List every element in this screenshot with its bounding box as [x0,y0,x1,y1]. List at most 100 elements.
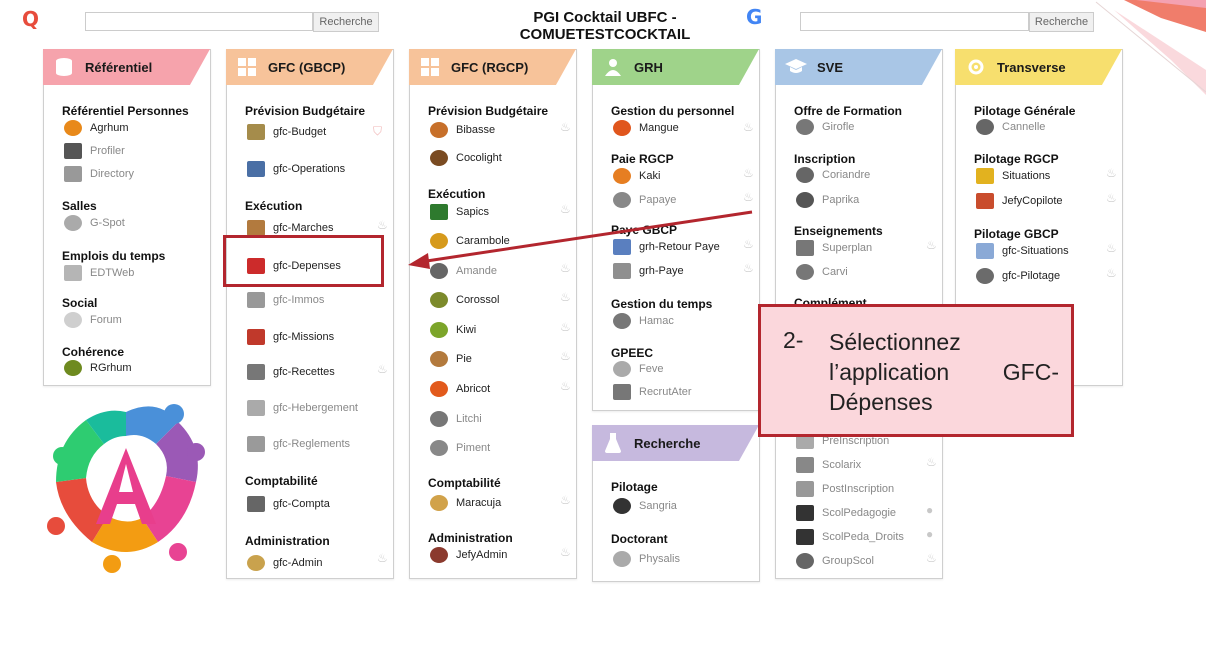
app-scolpeda-droits[interactable]: ScolPeda_Droits [796,527,904,547]
java-icon: ♨ [1106,266,1117,280]
suite-logo [47,404,205,573]
app-kaki[interactable]: Kaki [613,166,660,186]
panel-header-sve[interactable]: SVE [775,49,942,85]
app-girofle[interactable]: Girofle [796,117,854,137]
app-situations[interactable]: Situations [976,166,1050,186]
app-gfc-immos[interactable]: gfc-Immos [247,290,324,310]
app-jefyadmin[interactable]: JefyAdmin [430,545,507,565]
app-cocolight[interactable]: Cocolight [430,148,502,168]
soursop-icon [430,292,448,308]
app-jefycopilote[interactable]: JefyCopilote [976,191,1063,211]
app-directory[interactable]: Directory [64,164,134,184]
app-gfc-compta[interactable]: gfc-Compta [247,494,330,514]
cart-icon [247,220,265,236]
search-input-left[interactable] [85,12,313,31]
app-gfc-hebergement[interactable]: gfc-Hebergement [247,398,358,418]
coins-icon [247,436,265,452]
app-scolarix[interactable]: Scolarix [796,455,861,475]
panel-header-gfc-rgcp[interactable]: GFC (RGCP) [409,49,576,85]
section-title: Exécution [245,199,303,213]
app-pie[interactable]: Pie [430,349,472,369]
app-logo-icon: Q [22,7,40,31]
app-gfc-missions[interactable]: gfc-Missions [247,327,334,347]
app-maracuja[interactable]: Maracuja [430,493,501,513]
panel-header-gfc-gbcp[interactable]: GFC (GBCP) [226,49,393,85]
section-title: Pilotage GBCP [974,227,1059,241]
section-title: Administration [428,531,513,545]
panel-header-transverse[interactable]: Transverse [955,49,1122,85]
blackboard-icon [796,529,814,545]
mango-icon [613,120,631,136]
java-icon: ♨ [377,218,388,232]
panel-header-referentiel[interactable]: Référentiel [43,49,210,85]
app-gfc-pilotage[interactable]: gfc-Pilotage [976,266,1060,286]
panel-header-recherche[interactable]: Recherche [592,425,759,461]
app-recrutater[interactable]: RecrutAter [613,382,692,402]
google-icon[interactable]: G [746,5,762,29]
bowl-icon [430,495,448,511]
app-paprika[interactable]: Paprika [796,190,859,210]
calculator-icon [247,496,265,512]
app-edtweb[interactable]: EDTWeb [64,263,134,283]
app-rgrhum[interactable]: RGrhum [64,358,132,378]
orange-fruit-icon [64,120,82,136]
search-button-left[interactable]: Recherche [313,12,379,32]
app-agrhum[interactable]: Agrhum [64,118,129,138]
panel-header-grh[interactable]: GRH [592,49,759,85]
java-icon: ♨ [743,190,754,204]
app-groupscol[interactable]: GroupScol [796,551,874,571]
portrait-icon [64,143,82,159]
app-abricot[interactable]: Abricot [430,379,490,399]
app-hamac[interactable]: Hamac [613,311,674,331]
app-feve[interactable]: Feve [613,359,663,379]
app-mangue[interactable]: Mangue [613,118,679,138]
app-coriandre[interactable]: Coriandre [796,165,870,185]
gears-icon [247,555,265,571]
group-icon [796,553,814,569]
section-title: Social [62,296,98,310]
instruction-callout: 2- Sélectionnez l’application GFC-Dépens… [758,304,1074,437]
app-kiwi[interactable]: Kiwi [430,320,476,340]
pepper-icon [430,440,448,456]
search-input-right[interactable] [800,12,1029,31]
app-gfc-operations[interactable]: gfc-Operations [247,159,345,179]
app-gfc-reglements[interactable]: gfc-Reglements [247,434,350,454]
app-gfc-recettes[interactable]: gfc-Recettes [247,362,335,382]
java-icon: ♨ [560,320,571,334]
app-carvi[interactable]: Carvi [796,262,848,282]
pen-paper-icon [247,161,265,177]
java-icon: ♨ [560,349,571,363]
app-forum[interactable]: Forum [64,310,122,330]
section-title: Pilotage [611,480,658,494]
app-g-spot[interactable]: G-Spot [64,213,125,233]
app-litchi[interactable]: Litchi [430,409,482,429]
graduation-cap-icon [785,56,807,78]
panel-recherche: Recherche Pilotage Sangria Doctorant Phy… [592,425,760,582]
grid-icon [419,56,441,78]
app-physalis[interactable]: Physalis [613,549,680,569]
section-title: Paie RGCP [611,152,674,166]
app-gfc-admin[interactable]: gfc-Admin [247,553,323,573]
app-gfc-situations[interactable]: gfc-Situations [976,241,1069,261]
section-title: Enseignements [794,224,883,238]
section-title: Pilotage RGCP [974,152,1059,166]
persimmon-icon [613,168,631,184]
app-cannelle[interactable]: Cannelle [976,117,1045,137]
app-scolpedagogie[interactable]: ScolPedagogie [796,503,896,523]
app-postinscription[interactable]: PostInscription [796,479,894,499]
java-icon: ♨ [377,551,388,565]
app-corossol[interactable]: Corossol [430,290,499,310]
app-piment[interactable]: Piment [430,438,490,458]
chart-icon [976,193,994,209]
java-icon: ♨ [560,379,571,393]
section-title: Emplois du temps [62,249,166,263]
java-icon: ♨ [1106,191,1117,205]
blackboard-icon [796,505,814,521]
bird-icon [430,351,448,367]
app-superplan[interactable]: Superplan [796,238,872,258]
app-bibasse[interactable]: Bibasse [430,120,495,140]
app-gfc-budget[interactable]: gfc-Budget [247,122,326,142]
search-button-right[interactable]: Recherche [1029,12,1094,32]
app-sangria[interactable]: Sangria [613,496,677,516]
app-profiler[interactable]: Profiler [64,141,125,161]
